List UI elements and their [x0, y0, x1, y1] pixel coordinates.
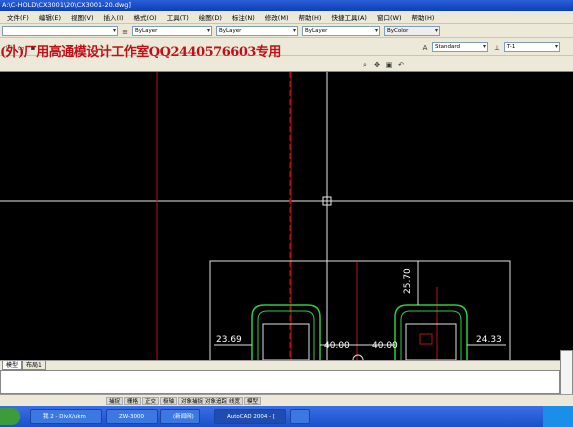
command-scrollbar[interactable] — [560, 350, 573, 396]
taskbar: 我 2 - DivX/ukm ZW-3000 (新闻网) AutoCAD 200… — [0, 406, 573, 427]
menu-express[interactable]: 快捷工具(A) — [326, 12, 372, 22]
drawing-canvas[interactable]: 25.70 23.69 40.00 40.00 24.33 — [0, 72, 573, 360]
window-title: A:\C-HOLD\CX3001\20\CX3001-20.dwg] — [0, 0, 573, 11]
linetype-combo[interactable]: ByLayer — [216, 26, 298, 36]
polar-toggle[interactable]: 极轴 — [160, 397, 178, 405]
pan-icon[interactable]: ✥ — [372, 59, 382, 69]
menu-format[interactable]: 格式(O) — [129, 12, 162, 22]
tab-layout1[interactable]: 布局1 — [22, 361, 46, 370]
menu-tools[interactable]: 工具(T) — [162, 12, 194, 22]
dimstyle-combo[interactable]: T-1 — [504, 42, 560, 52]
menu-bar: 文件(F) 编辑(E) 视图(V) 插入(I) 格式(O) 工具(T) 绘图(D… — [0, 11, 573, 24]
zoom-window-icon[interactable]: ▣ — [384, 59, 394, 69]
color-combo[interactable]: ByLayer — [132, 26, 212, 36]
properties-toolbar: ≡ ByLayer ByLayer ByLayer ByColor — [0, 24, 573, 38]
cavity-left-inner — [257, 310, 315, 360]
menu-modify[interactable]: 修改(M) — [260, 12, 294, 22]
snap-toggle[interactable]: 捕捉 — [106, 397, 124, 405]
layer-combo[interactable] — [2, 26, 118, 36]
dim-text-center-right: 40.00 — [372, 341, 398, 351]
cavity-right-core — [405, 323, 457, 360]
drawing-svg: 25.70 23.69 40.00 40.00 24.33 — [0, 72, 573, 360]
dimstyle-combo-value: T-1 — [507, 44, 516, 50]
menu-draw[interactable]: 绘图(D) — [194, 12, 227, 22]
ortho-toggle[interactable]: 正交 — [142, 397, 160, 405]
menu-view[interactable]: 视图(V) — [66, 12, 99, 22]
system-tray[interactable] — [543, 406, 573, 427]
menu-help-2[interactable]: 帮助(H) — [406, 12, 439, 22]
cavity-left — [251, 304, 321, 360]
plotstyle-combo[interactable]: ByColor — [384, 26, 440, 36]
layout-tabs: 模型 布局1 — [0, 360, 573, 370]
zoom-previous-icon[interactable]: ↶ — [396, 59, 406, 69]
gate-mark — [419, 333, 433, 345]
dim-text-height: 25.70 — [403, 268, 413, 294]
watermark-text: (外)厂用高通模设计工作室QQ2440576603专用 — [0, 45, 281, 60]
taskbar-item[interactable]: 我 2 - DivX/ukm — [30, 409, 102, 424]
linetype-combo-value: ByLayer — [219, 28, 242, 34]
menu-dimension[interactable]: 标注(N) — [227, 12, 260, 22]
menu-edit[interactable]: 编辑(E) — [34, 12, 66, 22]
taskbar-item-autocad[interactable]: AutoCAD 2004 - [ — [214, 409, 286, 424]
cavity-left-core — [262, 323, 310, 360]
lineweight-toggle[interactable]: 线宽 — [226, 397, 244, 405]
taskbar-item[interactable] — [290, 409, 310, 424]
menu-help[interactable]: 帮助(H) — [293, 12, 326, 22]
plotstyle-combo-value: ByColor — [387, 28, 409, 34]
taskbar-item[interactable]: (新闻网) — [160, 409, 200, 424]
layer-manager-icon[interactable]: ≡ — [120, 26, 130, 36]
dim-text-center-left: 40.00 — [324, 341, 350, 351]
menu-insert[interactable]: 插入(I) — [99, 12, 129, 22]
command-line[interactable] — [0, 370, 560, 394]
model-toggle[interactable]: 模型 — [244, 397, 262, 405]
start-button[interactable] — [0, 408, 20, 425]
tab-model[interactable]: 模型 — [2, 361, 23, 370]
grid-toggle[interactable]: 栅格 — [124, 397, 142, 405]
dimstyle-icon[interactable]: ⟂ — [492, 42, 502, 52]
zoom-icon[interactable]: ⌕ — [360, 59, 370, 69]
menu-window[interactable]: 窗口(W) — [372, 12, 407, 22]
dim-text-left: 23.69 — [216, 335, 242, 345]
menu-file[interactable]: 文件(F) — [2, 12, 34, 22]
status-bar: 捕捉 栅格 正交 极轴 对象捕捉 对象追踪 线宽 模型 — [0, 394, 573, 406]
color-combo-value: ByLayer — [135, 28, 158, 34]
taskbar-item[interactable]: ZW-3000 — [106, 409, 158, 424]
dim-text-right: 24.33 — [476, 335, 502, 345]
lineweight-combo[interactable]: ByLayer — [302, 26, 380, 36]
cavity-right-inner — [400, 310, 462, 360]
lineweight-combo-value: ByLayer — [305, 28, 328, 34]
